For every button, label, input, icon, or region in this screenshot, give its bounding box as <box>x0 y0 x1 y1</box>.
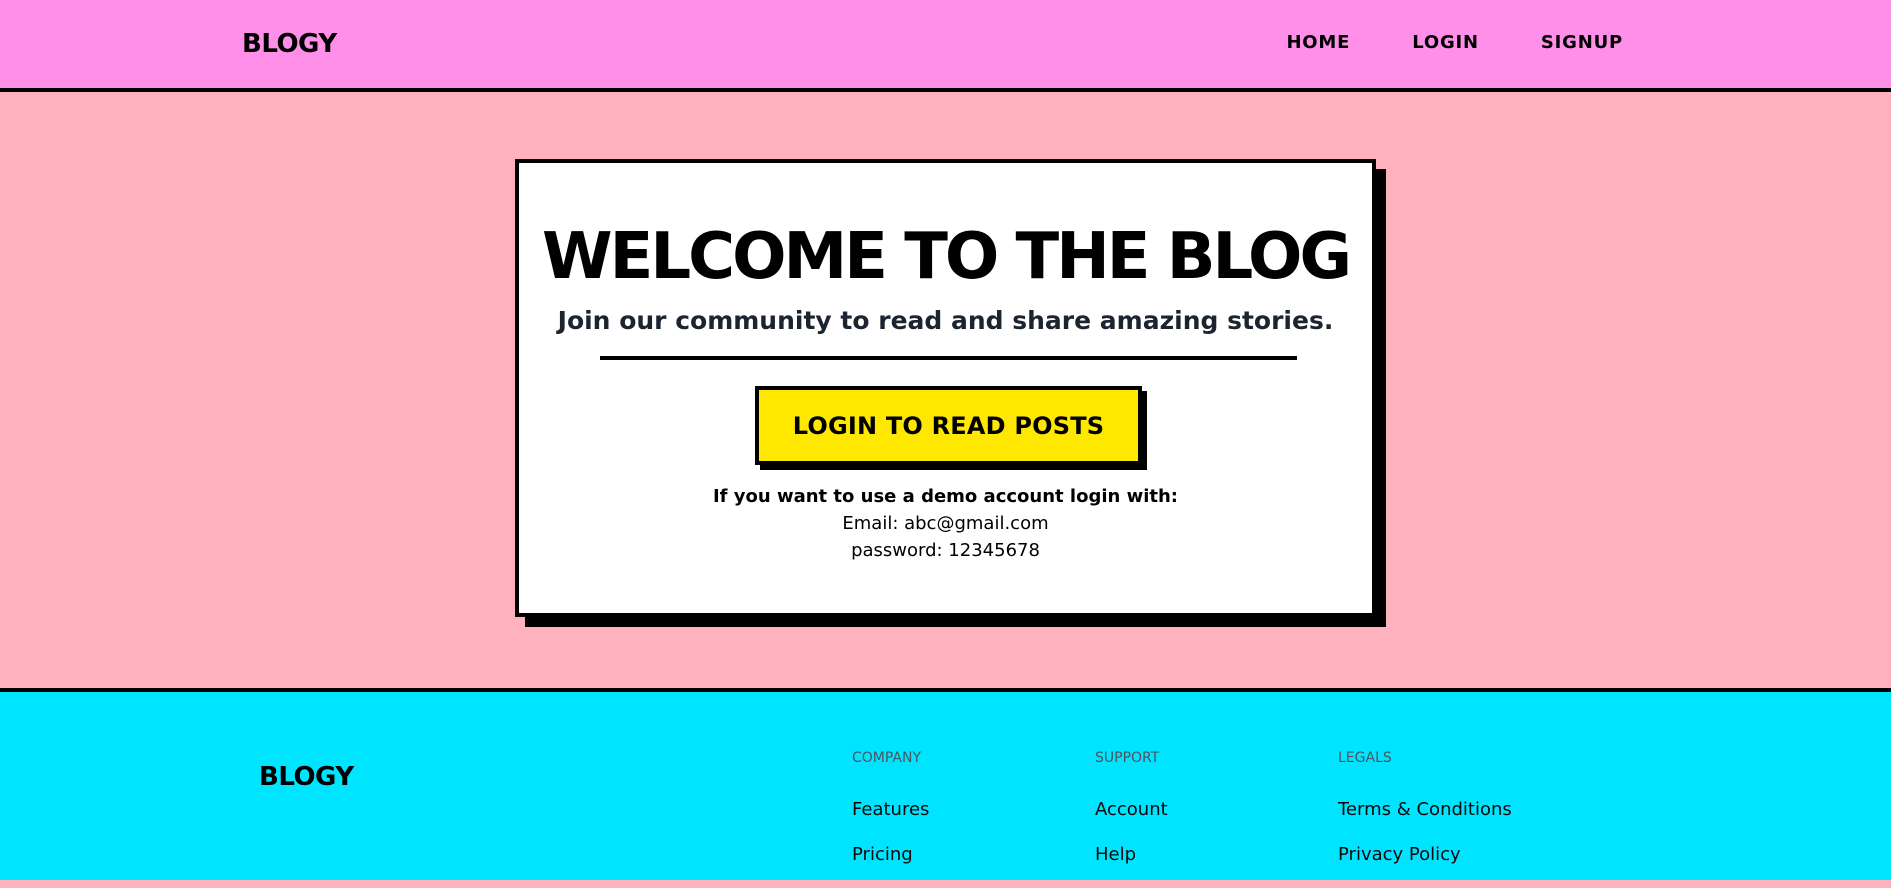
nav-signup-link[interactable]: SIGNUP <box>1541 31 1623 55</box>
footer-link-privacy[interactable]: Privacy Policy <box>1338 843 1512 867</box>
footer-link-help[interactable]: Help <box>1095 843 1168 867</box>
footer-column-heading: COMPANY <box>852 750 922 766</box>
footer-column-company: COMPANY Features Pricing <box>852 748 929 888</box>
footer-link-pricing[interactable]: Pricing <box>852 843 929 867</box>
footer-link-features[interactable]: Features <box>852 798 929 822</box>
site-logo[interactable]: BLOGY <box>242 28 337 60</box>
site-footer: BLOGY COMPANY Features Pricing SUPPORT A… <box>0 688 1891 880</box>
footer-link-terms[interactable]: Terms & Conditions <box>1338 798 1512 822</box>
footer-link-account[interactable]: Account <box>1095 798 1168 822</box>
nav-home-link[interactable]: HOME <box>1286 31 1350 55</box>
footer-column-heading: SUPPORT <box>1095 750 1160 766</box>
welcome-card: WELCOME TO THE BLOG Join our community t… <box>515 159 1376 617</box>
main-nav: HOME LOGIN SIGNUP <box>1286 31 1623 55</box>
site-header: BLOGY HOME LOGIN SIGNUP <box>0 0 1891 92</box>
title-divider <box>600 356 1297 360</box>
login-to-read-button[interactable]: LOGIN TO READ POSTS <box>755 386 1142 465</box>
demo-password-text: password: 12345678 <box>851 540 1040 561</box>
demo-account-heading: If you want to use a demo account login … <box>712 486 1178 507</box>
footer-column-heading: LEGALS <box>1338 750 1392 766</box>
nav-login-link[interactable]: LOGIN <box>1412 31 1479 55</box>
footer-logo[interactable]: BLOGY <box>259 761 354 793</box>
welcome-title: WELCOME TO THE BLOG <box>542 220 1352 294</box>
footer-column-support: SUPPORT Account Help <box>1095 748 1168 888</box>
demo-email-text: Email: abc@gmail.com <box>842 513 1049 534</box>
footer-column-legals: LEGALS Terms & Conditions Privacy Policy <box>1338 748 1512 888</box>
welcome-subtitle: Join our community to read and share ama… <box>557 306 1334 335</box>
